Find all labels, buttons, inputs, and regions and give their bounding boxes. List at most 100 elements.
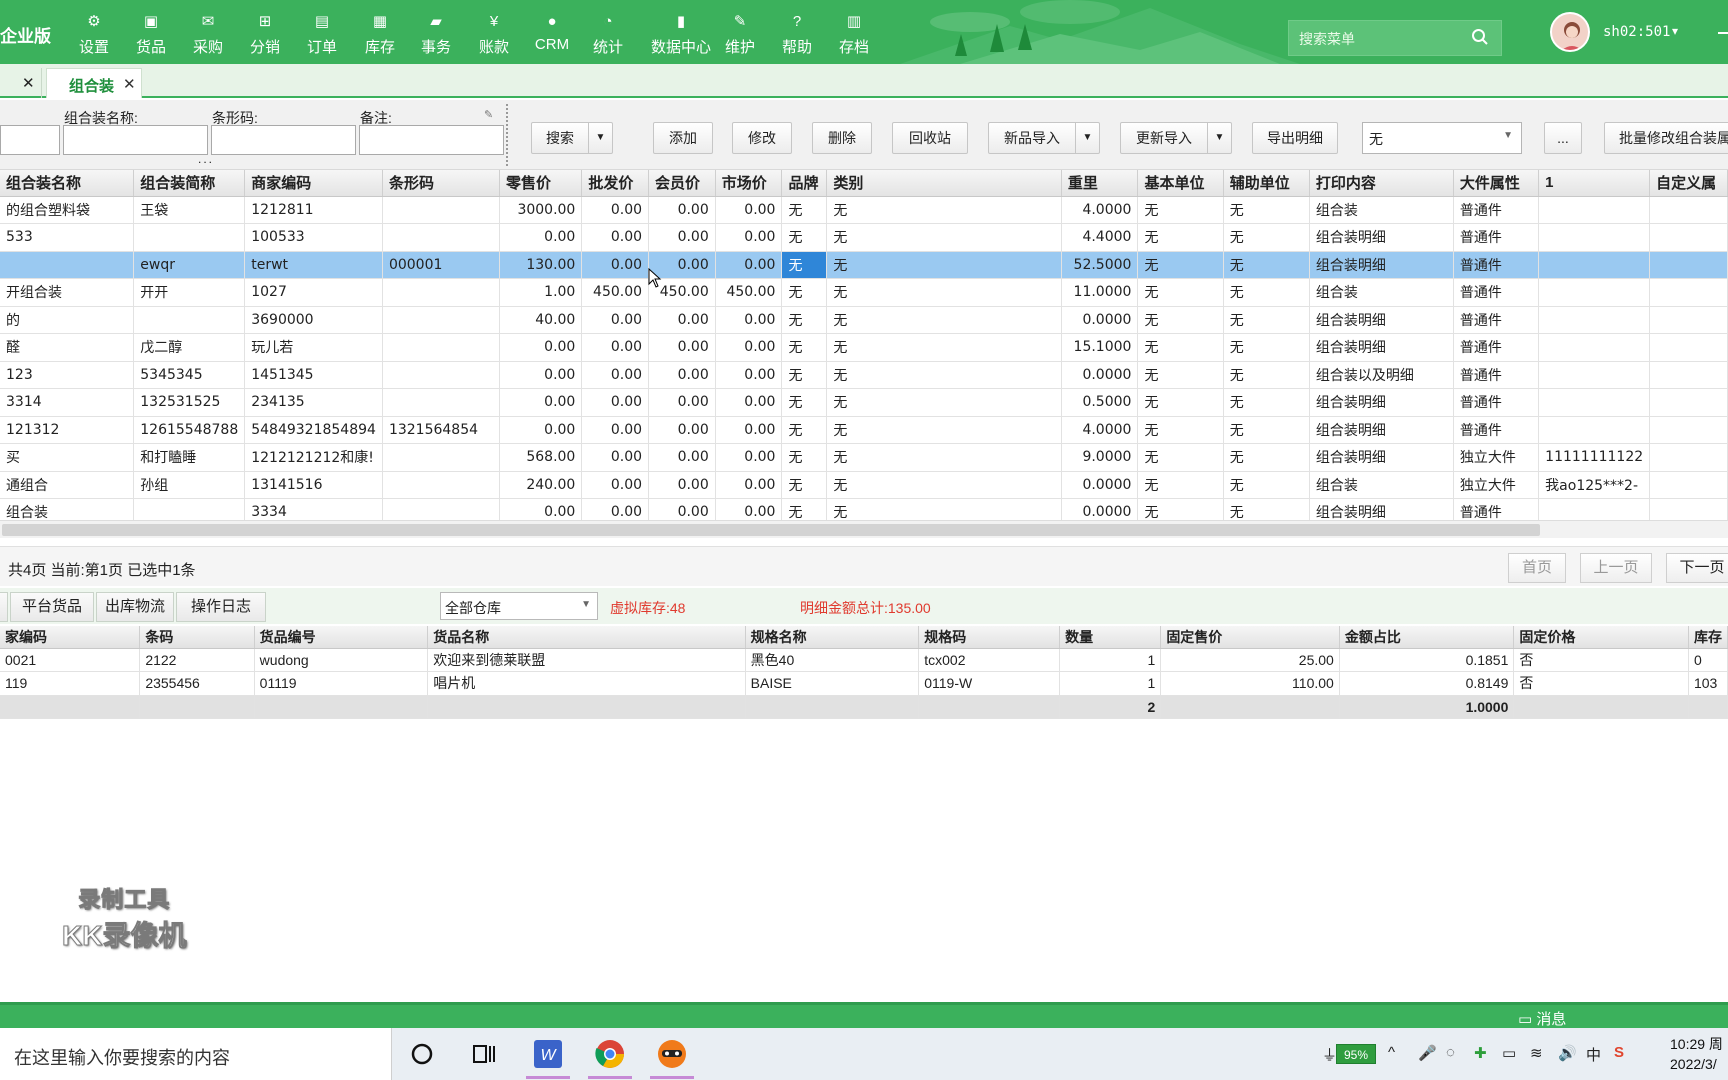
detail-cell[interactable]: 0021 <box>0 648 141 672</box>
detail-column-header[interactable]: 条码 <box>139 626 255 649</box>
table-cell[interactable]: 无 <box>1223 196 1310 224</box>
table-cell[interactable]: 戊二醇 <box>133 333 246 362</box>
chevron-down-icon[interactable]: ▼ <box>581 599 591 610</box>
remark-input[interactable] <box>359 125 504 155</box>
table-cell[interactable]: 0.00 <box>499 498 583 520</box>
table-cell[interactable]: 0.00 <box>715 223 783 252</box>
column-header[interactable]: 重里 <box>1061 170 1139 197</box>
column-header[interactable]: 自定义属 <box>1649 170 1728 197</box>
table-cell[interactable]: 无 <box>1137 306 1224 334</box>
table-cell[interactable] <box>133 498 246 520</box>
table-cell[interactable]: 无 <box>1137 388 1224 417</box>
chevron-down-icon[interactable]: ▼ <box>1207 123 1231 153</box>
detail-column-header[interactable]: 货品编号 <box>254 626 429 649</box>
table-cell[interactable] <box>1538 196 1651 224</box>
table-cell[interactable]: 533 <box>0 223 135 252</box>
detail-cell[interactable]: 1 <box>1059 671 1162 696</box>
table-cell[interactable]: 无 <box>826 251 1062 279</box>
detail-cell[interactable]: 0.8149 <box>1339 671 1515 696</box>
nav-item-13[interactable]: ▥ 存档 <box>836 12 872 60</box>
table-cell[interactable]: 无 <box>1223 251 1310 279</box>
table-cell[interactable] <box>1649 443 1728 472</box>
table-cell[interactable]: 0.00 <box>715 361 783 389</box>
user-avatar[interactable] <box>1550 12 1590 52</box>
table-cell[interactable]: 0.5000 <box>1061 388 1139 417</box>
table-cell[interactable]: 无 <box>1137 223 1224 252</box>
table-row[interactable]: 123 5345345 1451345 0.00 0.00 0.00 0.00 无无 0.000… <box>0 361 1728 389</box>
table-cell[interactable]: 普通件 <box>1453 333 1540 362</box>
table-cell[interactable]: 组合装明细 <box>1309 223 1454 252</box>
table-row[interactable]: 组合装 3334 0.00 0.00 0.00 0.00 无无 0.0000 无无组合装明细 普通… <box>0 498 1728 520</box>
table-cell[interactable] <box>1649 278 1728 307</box>
table-cell[interactable]: 0.00 <box>581 471 650 499</box>
table-row[interactable]: 121312 12615548788 54849321854894 132156485… <box>0 416 1728 444</box>
nav-item-4[interactable]: ▤ 订单 <box>304 12 340 60</box>
table-cell[interactable]: 王袋 <box>133 196 246 224</box>
nav-item-8[interactable]: ● CRM <box>532 12 572 60</box>
table-cell[interactable]: 0.00 <box>581 388 650 417</box>
column-header[interactable]: 打印内容 <box>1309 170 1454 197</box>
table-cell[interactable]: 无 <box>781 416 828 444</box>
detail-column-header[interactable]: 数量 <box>1059 626 1162 649</box>
nav-item-9[interactable]: ◔ 统计 <box>590 12 626 60</box>
table-cell[interactable]: 无 <box>826 443 1062 472</box>
table-cell[interactable]: 无 <box>1137 471 1224 499</box>
table-cell[interactable]: 0.0000 <box>1061 471 1139 499</box>
detail-column-header[interactable]: 规格名称 <box>745 626 920 649</box>
sogou-ime-icon[interactable]: S <box>1614 1044 1624 1061</box>
column-header[interactable]: 市场价 <box>715 170 783 197</box>
detail-column-header[interactable]: 货品名称 <box>427 626 746 649</box>
table-cell[interactable]: 组合装明细 <box>1309 333 1454 362</box>
table-cell[interactable]: 无 <box>1137 361 1224 389</box>
table-row[interactable]: 533 100533 0.00 0.00 0.00 0.00 无无 4.4000 无无组合装明细… <box>0 223 1728 252</box>
column-header[interactable]: 条形码 <box>382 170 501 197</box>
detail-cell[interactable]: 2122 <box>139 648 255 672</box>
table-cell[interactable]: 普通件 <box>1453 498 1540 520</box>
nav-item-7[interactable]: ¥ 账款 <box>476 12 512 60</box>
table-cell[interactable]: 0.00 <box>648 223 716 252</box>
add-button[interactable]: 添加 <box>653 122 713 154</box>
table-row[interactable]: 3314 132531525 234135 0.00 0.00 0.00 0.00 无无 0.5… <box>0 388 1728 417</box>
kk-recorder-icon[interactable] <box>656 1038 688 1070</box>
table-cell[interactable]: 54849321854894 <box>244 416 383 444</box>
table-cell[interactable]: 的 <box>0 306 135 334</box>
table-cell[interactable] <box>1538 388 1651 417</box>
batch-edit-button[interactable]: 批量修改组合装属 <box>1604 122 1728 154</box>
table-cell[interactable]: 无 <box>781 251 828 279</box>
table-cell[interactable]: 组合装 <box>1309 278 1454 307</box>
close-icon[interactable]: ✕ <box>22 74 35 92</box>
task-view-icon[interactable] <box>468 1038 500 1070</box>
detail-cell[interactable]: 唱片机 <box>427 671 746 696</box>
cortana-icon[interactable] <box>406 1038 438 1070</box>
table-cell[interactable]: 3000.00 <box>499 196 583 224</box>
table-cell[interactable]: 组合装明细 <box>1309 388 1454 417</box>
prev-page-button[interactable]: 上一页 <box>1580 553 1652 583</box>
filter-input-first[interactable] <box>0 125 60 155</box>
tab-combo[interactable]: 组合装 ✕ <box>46 68 142 98</box>
nav-item-2[interactable]: ✉ 采购 <box>190 12 226 60</box>
table-cell[interactable]: 11111111122 <box>1538 443 1651 472</box>
table-cell[interactable] <box>1649 416 1728 444</box>
app-tray-icon[interactable]: ◌ <box>1446 1044 1455 1061</box>
table-cell[interactable] <box>1649 251 1728 279</box>
table-cell[interactable]: 无 <box>826 278 1062 307</box>
column-header[interactable]: 组合装简称 <box>133 170 246 197</box>
table-cell[interactable]: 0.00 <box>715 416 783 444</box>
filter-select[interactable]: 无 ▼ <box>1362 122 1522 154</box>
table-cell[interactable]: 0.00 <box>499 388 583 417</box>
table-cell[interactable] <box>1649 223 1728 252</box>
recycle-bin-button[interactable]: 回收站 <box>892 122 968 154</box>
column-header[interactable]: 组合装名称 <box>0 170 135 197</box>
table-cell[interactable]: 130.00 <box>499 251 583 279</box>
table-cell[interactable]: 0.00 <box>581 416 650 444</box>
table-cell[interactable]: 0.00 <box>581 251 650 279</box>
table-cell[interactable]: 0.00 <box>581 306 650 334</box>
detail-column-header[interactable]: 规格码 <box>918 626 1061 649</box>
detail-column-header[interactable]: 家编码 <box>0 626 141 649</box>
wifi-icon[interactable]: ≋ <box>1530 1044 1543 1062</box>
delete-button[interactable]: 删除 <box>812 122 872 154</box>
nav-item-12[interactable]: ? 帮助 <box>779 12 815 60</box>
table-cell[interactable] <box>1538 223 1651 252</box>
export-detail-button[interactable]: 导出明细 <box>1252 122 1338 154</box>
table-cell[interactable]: 组合装明细 <box>1309 306 1454 334</box>
